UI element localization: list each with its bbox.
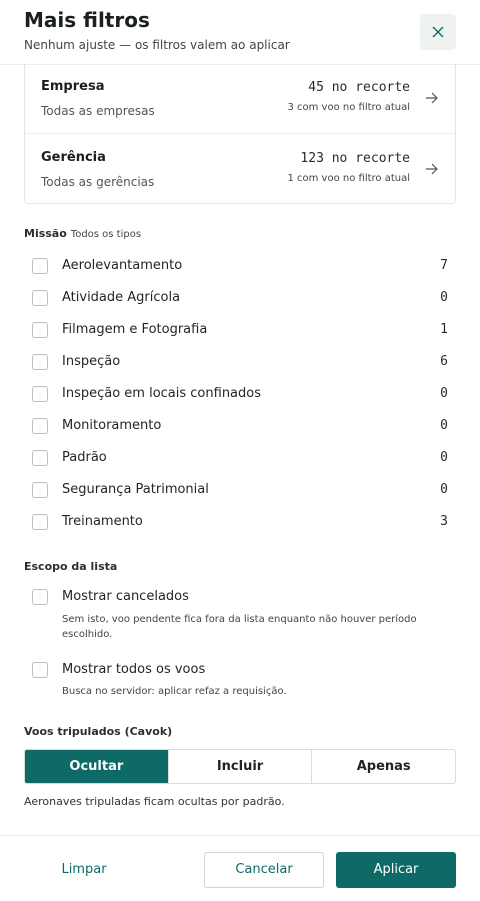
missao-item-label: Segurança Patrimonial (62, 482, 209, 497)
missao-item-count: 6 (440, 354, 448, 369)
checkbox[interactable] (32, 482, 48, 498)
checkbox[interactable] (32, 354, 48, 370)
gerencia-note: 1 com voo no filtro atual (287, 173, 410, 184)
escopo-section-label: Escopo da lista (24, 560, 118, 573)
missao-item-count: 0 (440, 290, 448, 305)
checkbox[interactable] (32, 258, 48, 274)
checkbox[interactable] (32, 418, 48, 434)
missao-sub: Todos os tipos (70, 229, 142, 240)
missao-item-count: 0 (440, 482, 448, 497)
missao-item[interactable]: Treinamento 3 (24, 508, 456, 538)
missao-item[interactable]: Aerolevantamento 7 (24, 252, 456, 282)
empresa-count: 45 no recorte (308, 80, 410, 95)
checkbox[interactable] (32, 450, 48, 466)
missao-item-label: Aerolevantamento (62, 258, 183, 273)
clear-button[interactable]: Limpar (24, 852, 144, 887)
arrow-right-icon (426, 92, 438, 104)
missao-item-count: 1 (440, 322, 448, 337)
empresa-value: Todas as empresas (41, 104, 155, 118)
missao-item-label: Filmagem e Fotografia (62, 322, 208, 337)
missao-label: Missão (24, 227, 67, 240)
cancel-button[interactable]: Cancelar (204, 852, 324, 888)
missao-item-label: Inspeção em locais confinados (62, 386, 261, 401)
apply-button[interactable]: Aplicar (336, 852, 456, 888)
missao-item[interactable]: Inspeção em locais confinados 0 (24, 380, 456, 410)
checkbox[interactable] (32, 322, 48, 338)
option-help: Sem isto, voo pendente fica fora da list… (62, 614, 417, 640)
missao-item-count: 7 (440, 258, 448, 273)
checkbox[interactable] (32, 662, 48, 678)
summary-card: Empresa Todas as empresas 45 no recorte … (24, 63, 456, 204)
dialog-header: Mais filtros Nenhum ajuste — os filtros … (0, 0, 480, 65)
gerencia-count: 123 no recorte (300, 151, 410, 166)
close-icon (432, 26, 444, 38)
mostrar-todos-option[interactable]: Mostrar todos os voos (24, 656, 456, 686)
empresa-row[interactable]: Empresa Todas as empresas 45 no recorte … (25, 63, 455, 133)
gerencia-row[interactable]: Gerência Todas as gerências 123 no recor… (25, 133, 455, 204)
checkbox[interactable] (32, 290, 48, 306)
missao-item-count: 0 (440, 418, 448, 433)
missao-item[interactable]: Monitoramento 0 (24, 412, 456, 442)
checkbox[interactable] (32, 386, 48, 402)
gerencia-value: Todas as gerências (41, 175, 155, 189)
tripulados-segmented-control: Ocultar Incluir Apenas (24, 749, 456, 784)
empresa-note: 3 com voo no filtro atual (287, 102, 410, 113)
segment-ocultar[interactable]: Ocultar (25, 750, 168, 783)
missao-item[interactable]: Padrão 0 (24, 444, 456, 474)
missao-item-count: 0 (440, 450, 448, 465)
checkbox[interactable] (32, 589, 48, 605)
option-help: Busca no servidor: aplicar refaz a requi… (62, 686, 287, 697)
option-label: Mostrar cancelados (62, 589, 189, 604)
missao-item[interactable]: Atividade Agrícola 0 (24, 284, 456, 314)
close-button[interactable] (420, 14, 456, 50)
arrow-right-icon (426, 163, 438, 175)
missao-item-label: Monitoramento (62, 418, 162, 433)
missao-item[interactable]: Segurança Patrimonial 0 (24, 476, 456, 506)
segment-incluir[interactable]: Incluir (167, 750, 312, 783)
missao-item-label: Padrão (62, 450, 107, 465)
missao-section-label: Missão Todos os tipos (24, 227, 141, 240)
missao-item-label: Inspeção (62, 354, 121, 369)
checkbox[interactable] (32, 514, 48, 530)
missao-item[interactable]: Filmagem e Fotografia 1 (24, 316, 456, 346)
missao-item-label: Atividade Agrícola (62, 290, 181, 305)
page-subtitle: Nenhum ajuste — os filtros valem ao apli… (24, 38, 290, 52)
missao-item-count: 3 (440, 514, 448, 529)
missao-item-count: 0 (440, 386, 448, 401)
mostrar-cancelados-option[interactable]: Mostrar cancelados (24, 583, 456, 613)
missao-item-label: Treinamento (62, 514, 143, 529)
segment-apenas[interactable]: Apenas (311, 750, 455, 783)
option-label: Mostrar todos os voos (62, 662, 206, 677)
page-title: Mais filtros (24, 8, 150, 32)
empresa-label: Empresa (41, 79, 105, 94)
tripulados-section-label: Voos tripulados (Cavok) (24, 725, 173, 738)
dialog-footer: Limpar Cancelar Aplicar (0, 835, 480, 901)
gerencia-label: Gerência (41, 150, 106, 165)
missao-item[interactable]: Inspeção 6 (24, 348, 456, 378)
tripulados-note: Aeronaves tripuladas ficam ocultas por p… (24, 795, 285, 808)
